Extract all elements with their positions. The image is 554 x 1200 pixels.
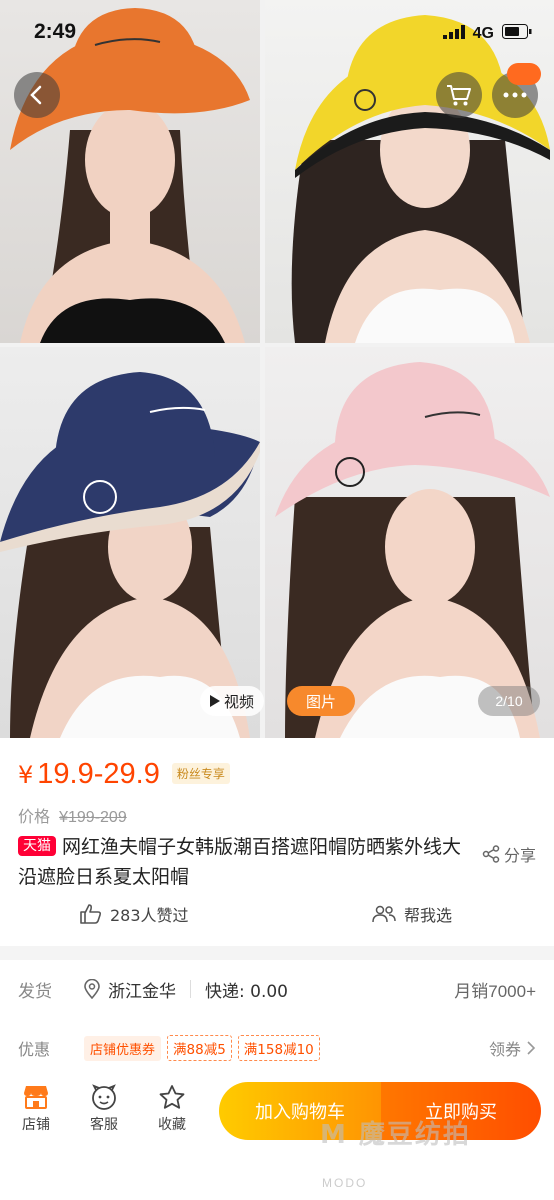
- shop-coupon-tag: 店铺优惠券: [84, 1035, 162, 1061]
- watermark: M 魔豆纺拍: [320, 1120, 471, 1150]
- photo-tab[interactable]: 图片: [287, 686, 355, 716]
- video-tab-label: 视频: [224, 692, 255, 711]
- like-count: 283人赞过: [110, 906, 189, 925]
- service-label: 客服: [90, 1117, 118, 1133]
- help-choose-label: 帮我选: [404, 906, 453, 925]
- service-face-icon: [92, 1084, 116, 1110]
- yellow-hat-illustration: [291, 15, 550, 343]
- image-counter: 2/10: [478, 686, 540, 716]
- original-price-row: 价格 ¥199-209: [18, 803, 127, 827]
- coupon-2: 满158减10: [237, 1035, 320, 1061]
- location-pin-icon: [84, 979, 100, 999]
- price-row: ¥ 19.9-29.9 粉丝专享: [18, 758, 230, 791]
- original-price: ¥199-209: [59, 809, 127, 826]
- product-photo-navy-hat[interactable]: [0, 347, 260, 738]
- favorite-button[interactable]: 收藏: [148, 1084, 196, 1134]
- section-divider: [0, 946, 554, 960]
- chevron-right-icon: [527, 1041, 536, 1055]
- share-icon: [482, 845, 500, 863]
- promo-row[interactable]: 优惠 店铺优惠券 满88减5 满158减10 领券: [18, 1034, 536, 1062]
- orange-hat-illustration: [10, 8, 250, 343]
- original-price-label: 价格: [18, 807, 51, 826]
- share-label: 分享: [504, 846, 537, 865]
- share-button[interactable]: 分享: [482, 842, 536, 866]
- status-indicators: 4G: [442, 24, 532, 43]
- product-title: 天猫 网红渔夫帽子女韩版潮百搭遮阳帽防晒紫外线大沿遮脸日系夏太阳帽: [18, 832, 468, 892]
- claim-coupon-button[interactable]: 领券: [489, 1036, 536, 1060]
- promo-label: 优惠: [18, 1040, 51, 1059]
- photo-tab-label: 图片: [305, 692, 336, 711]
- product-photo-yellow-hat[interactable]: [265, 0, 554, 343]
- tmall-badge: 天猫: [18, 836, 56, 856]
- monthly-sales: 月销7000+: [454, 981, 536, 1001]
- ship-location: 浙江金华: [108, 981, 176, 1002]
- shop-label: 店铺: [22, 1117, 50, 1133]
- network-type: 4G: [472, 24, 494, 42]
- store-icon: [24, 1086, 48, 1109]
- favorite-label: 收藏: [158, 1117, 186, 1133]
- shipping-label: 发货: [18, 981, 52, 1002]
- shop-button[interactable]: 店铺: [12, 1084, 60, 1134]
- pink-hat-illustration: [275, 362, 550, 738]
- shipping-row[interactable]: 发货 浙江金华 快递: 0.00 月销7000+: [18, 974, 536, 1004]
- video-tab[interactable]: 视频: [200, 686, 265, 716]
- thumbs-up-icon: [80, 904, 102, 924]
- help-choose-button[interactable]: 帮我选: [372, 902, 452, 926]
- more-dots-icon: [503, 92, 527, 98]
- chevron-left-icon: [30, 85, 42, 105]
- battery-icon: [502, 24, 532, 43]
- status-time: 2:49: [34, 20, 77, 43]
- coupon-1: 满88减5: [167, 1035, 232, 1061]
- notification-badge: [507, 63, 541, 85]
- currency-symbol: ¥: [18, 761, 34, 789]
- back-button[interactable]: [14, 72, 60, 118]
- price-range: 19.9-29.9: [37, 758, 160, 790]
- signal-icon: [442, 24, 465, 43]
- like-button[interactable]: 283人赞过: [80, 902, 189, 926]
- play-icon: [210, 695, 220, 707]
- express-fee: 快递: 0.00: [205, 981, 288, 1002]
- separator: [190, 980, 191, 998]
- people-icon: [372, 905, 396, 923]
- product-title-text: 网红渔夫帽子女韩版潮百搭遮阳帽防晒紫外线大沿遮脸日系夏太阳帽: [18, 836, 462, 888]
- product-gallery[interactable]: 2:49 4G 视频 图片 2/10: [0, 0, 554, 738]
- customer-service-button[interactable]: 客服: [80, 1084, 128, 1134]
- fan-exclusive-tag: 粉丝专享: [171, 763, 230, 784]
- navy-hat-illustration: [0, 372, 260, 738]
- claim-label: 领券: [488, 1040, 521, 1059]
- star-icon: [159, 1085, 185, 1109]
- product-photo-orange-hat[interactable]: [0, 0, 260, 343]
- product-photo-pink-hat[interactable]: [265, 347, 554, 738]
- cart-button[interactable]: [436, 72, 482, 118]
- cart-icon: [447, 85, 471, 106]
- watermark-sub: MODO: [322, 1176, 368, 1190]
